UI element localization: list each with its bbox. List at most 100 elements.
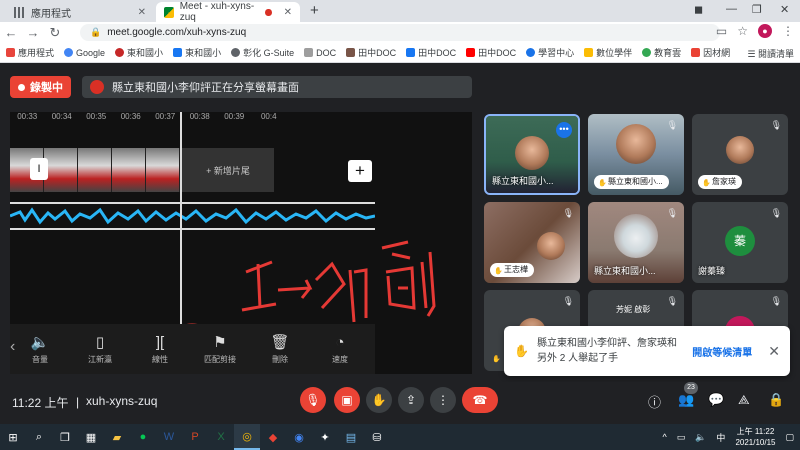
tool-label: 江新瀛 bbox=[88, 355, 112, 364]
end-call-button[interactable]: ☎ bbox=[462, 387, 498, 413]
recording-dot-icon bbox=[18, 83, 25, 91]
address-bar[interactable]: 🔒 meet.google.com/xuh-xyns-zuq bbox=[80, 24, 720, 41]
bookmark-item[interactable]: 數位學伴 bbox=[584, 46, 632, 59]
present-button[interactable]: ⇪ bbox=[398, 387, 424, 413]
media-control-icon[interactable]: ◼ bbox=[694, 3, 703, 16]
bookmark-label: 因材網 bbox=[703, 48, 731, 58]
presenter-avatar bbox=[90, 80, 104, 94]
participant-tile[interactable]: 🎙 詹家瑛 ✋ bbox=[692, 114, 788, 195]
chat-button[interactable]: 💬 bbox=[708, 392, 724, 408]
bookmark-item[interactable]: DOC bbox=[304, 48, 336, 58]
notifications-icon[interactable]: ▢ bbox=[785, 432, 794, 443]
participant-tile[interactable]: 🎙 蓁 謝蓁臻 bbox=[692, 202, 788, 283]
browser-tab-strip: 應用程式 ✕ Meet - xuh-xyns-zuq ✕ + ◼ — ❐ ✕ bbox=[0, 0, 800, 23]
bookmark-star-icon[interactable]: ☆ bbox=[737, 24, 748, 38]
participant-tile[interactable]: 🎙 縣立東和國小... ✋ bbox=[588, 114, 684, 195]
reading-list-button[interactable]: ☰ 閱讀清單 bbox=[747, 47, 794, 60]
restore-button[interactable]: ❐ bbox=[752, 3, 762, 16]
excel-icon[interactable]: X bbox=[208, 424, 234, 450]
task-view-icon[interactable]: ❐ bbox=[52, 424, 78, 450]
app-icon[interactable]: ✦ bbox=[312, 424, 338, 450]
line-app-icon[interactable]: ● bbox=[130, 424, 156, 450]
bookmark-label: 數位學伴 bbox=[596, 48, 633, 58]
bookmark-item[interactable]: 東和國小 bbox=[115, 46, 163, 59]
flag-icon: ⚑ bbox=[213, 334, 227, 351]
camera-icon[interactable]: ▭ bbox=[716, 24, 727, 38]
file-explorer-icon[interactable]: ▰ bbox=[104, 424, 130, 450]
chevron-up-icon[interactable]: ^ bbox=[662, 432, 666, 442]
raised-hand-icon: ✋ bbox=[494, 268, 503, 275]
bookmark-item[interactable]: 田中DOC bbox=[466, 46, 516, 59]
word-icon[interactable]: W bbox=[156, 424, 182, 450]
app-icon[interactable]: ▤ bbox=[338, 424, 364, 450]
share-banner-text: 縣立東和國小李仰評正在分享螢幕畫面 bbox=[112, 82, 299, 94]
search-icon[interactable]: ⌕ bbox=[26, 424, 52, 450]
screen-share-banner: 縣立東和國小李仰評正在分享螢幕畫面 bbox=[82, 76, 472, 98]
hand-icon: ✋ bbox=[371, 393, 387, 407]
chat-icon: 💬 bbox=[708, 392, 725, 407]
participant-tile[interactable]: 🎙 縣立東和國小... bbox=[588, 202, 684, 283]
people-button[interactable]: 👥 bbox=[678, 392, 694, 408]
recording-badge[interactable]: 錄製中 bbox=[10, 76, 71, 98]
reload-icon[interactable]: ↻ bbox=[44, 25, 66, 41]
mic-off-icon: 🎙 bbox=[666, 120, 678, 130]
forward-arrow-icon[interactable]: → bbox=[22, 25, 44, 40]
camera-off-button[interactable]: ▣ bbox=[334, 387, 360, 413]
bookmark-favicon-icon bbox=[642, 48, 652, 57]
app-icon[interactable]: ⛁ bbox=[364, 424, 390, 450]
bookmark-item[interactable]: 田中DOC bbox=[406, 46, 456, 59]
bookmark-item[interactable]: 東和國小 bbox=[173, 46, 221, 59]
lock-shield-icon: 🔒 bbox=[768, 392, 785, 407]
mic-off-button[interactable]: 🎙 bbox=[300, 387, 326, 413]
more-options-icon[interactable]: ••• bbox=[556, 122, 572, 138]
activities-button[interactable]: ⟁ bbox=[738, 392, 750, 408]
recording-dot-icon bbox=[265, 8, 272, 16]
new-tab-button[interactable]: + bbox=[310, 2, 319, 19]
open-queue-link[interactable]: 開啟等候清單 bbox=[692, 344, 752, 359]
chrome-icon[interactable]: ◎ bbox=[234, 424, 260, 450]
tab-apps[interactable]: 應用程式 ✕ bbox=[6, 2, 154, 22]
close-tab-icon[interactable]: ✕ bbox=[284, 7, 292, 18]
bookmark-item[interactable]: 因材網 bbox=[691, 46, 730, 59]
app-icon[interactable]: ◆ bbox=[260, 424, 286, 450]
bookmark-favicon-icon bbox=[304, 48, 314, 57]
meeting-info-button[interactable]: ⓘ bbox=[648, 392, 661, 411]
app-icon[interactable]: ◉ bbox=[286, 424, 312, 450]
participant-count-badge: 23 bbox=[684, 382, 698, 394]
participant-tile[interactable]: 🎙 王志樺 ✋ bbox=[484, 202, 580, 283]
bookmark-item[interactable]: Google bbox=[64, 48, 105, 58]
bookmark-label: 彰化 G-Suite bbox=[243, 48, 295, 58]
browser-toolbar: ← → ↻ 🔒 meet.google.com/xuh-xyns-zuq ▭ ☆… bbox=[0, 22, 800, 43]
close-tab-icon[interactable]: ✕ bbox=[138, 7, 146, 18]
mic-off-icon: 🎙 bbox=[305, 393, 321, 407]
raise-hand-button[interactable]: ✋ bbox=[366, 387, 392, 413]
minimize-button[interactable]: — bbox=[726, 3, 737, 15]
bookmark-item[interactable]: 彰化 G-Suite bbox=[231, 46, 294, 59]
ime-icon[interactable]: 中 bbox=[716, 431, 725, 444]
bookmark-item[interactable]: 應用程式 bbox=[6, 46, 54, 59]
raised-hand-icon: ✋ bbox=[598, 180, 607, 187]
menu-kebab-icon[interactable]: ⋮ bbox=[782, 24, 794, 38]
app-icon[interactable]: ▦ bbox=[78, 424, 104, 450]
bookmark-item[interactable]: 教育雲 bbox=[642, 46, 681, 59]
shared-screen: 00:33 00:34 00:35 00:36 00:37 00:38 00:3… bbox=[10, 112, 472, 374]
window-close-button[interactable]: ✕ bbox=[780, 3, 789, 16]
network-icon[interactable]: ▭ bbox=[677, 432, 686, 443]
powerpoint-icon[interactable]: P bbox=[182, 424, 208, 450]
tab-meet[interactable]: Meet - xuh-xyns-zuq ✕ bbox=[156, 1, 300, 23]
bookmark-item[interactable]: 學習中心 bbox=[526, 46, 574, 59]
profile-avatar[interactable]: ● bbox=[758, 24, 772, 38]
tray-time: 上午 11:22 bbox=[736, 427, 775, 436]
kebab-icon: ⋮ bbox=[437, 393, 449, 407]
participant-name: 謝蓁臻 bbox=[698, 266, 726, 276]
close-icon[interactable]: ✕ bbox=[768, 343, 780, 360]
more-options-button[interactable]: ⋮ bbox=[430, 387, 456, 413]
participant-tile[interactable]: ••• 縣立東和國小... bbox=[484, 114, 580, 195]
back-arrow-icon[interactable]: ← bbox=[0, 25, 22, 40]
bookmark-item[interactable]: 田中DOC bbox=[346, 46, 396, 59]
tray-clock[interactable]: 上午 11:22 2021/10/15 bbox=[735, 426, 775, 448]
host-controls-button[interactable]: 🔒 bbox=[768, 392, 784, 408]
windows-start-icon[interactable]: ⊞ bbox=[0, 424, 26, 450]
volume-icon[interactable]: 🔈 bbox=[695, 432, 706, 443]
system-tray: ^ ▭ 🔈 中 上午 11:22 2021/10/15 ▢ bbox=[662, 426, 794, 448]
